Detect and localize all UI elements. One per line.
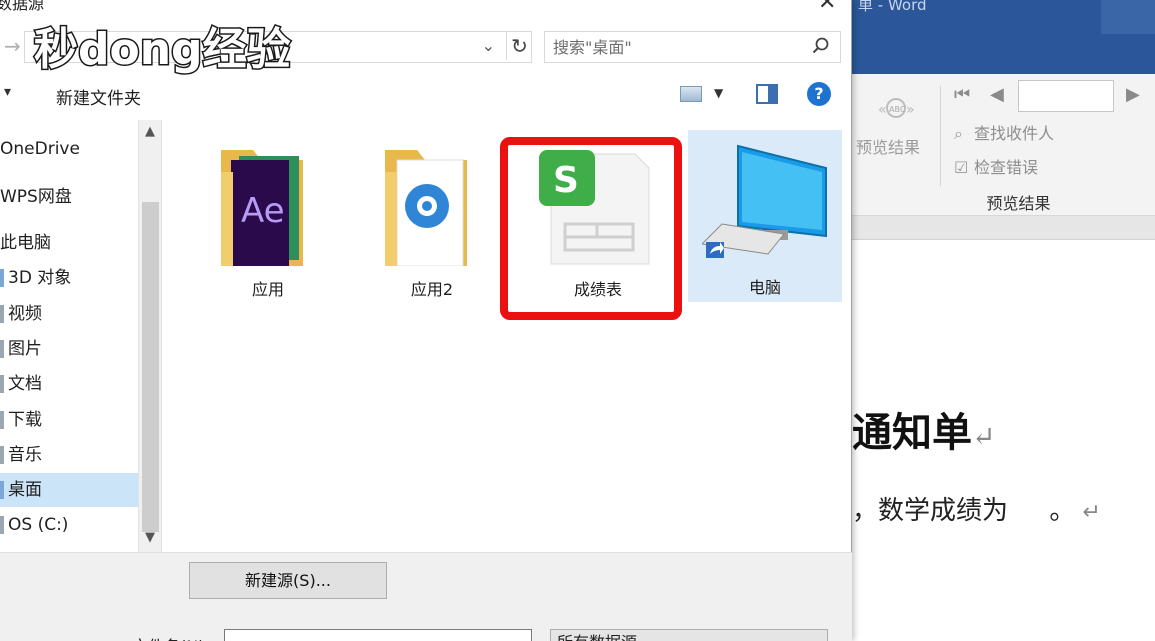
preview-results-icon[interactable]: «ABC» — [874, 94, 918, 122]
document-line: ，数学成绩为 。 ↵ — [852, 490, 1101, 527]
ribbon-group-label: 预览结果 — [986, 194, 1051, 213]
nav-item-pictures[interactable]: 图片 — [0, 332, 138, 366]
nav-item-desktop[interactable]: 桌面 — [0, 473, 138, 507]
nav-item-label: 音乐 — [8, 445, 42, 465]
check-errors-button[interactable]: ☑ 检查错误 — [954, 154, 1038, 178]
computer-shortcut-icon — [702, 144, 827, 258]
pictures-icon — [0, 340, 4, 358]
nav-item-videos[interactable]: 视频 — [0, 297, 138, 331]
organize-dropdown-icon[interactable]: ▾ — [4, 84, 11, 100]
file-item-label: 应用2 — [410, 280, 454, 299]
downloads-icon — [0, 411, 4, 429]
desktop-icon — [0, 481, 4, 499]
nav-scrollbar[interactable]: ▲ ▼ — [138, 120, 162, 552]
documents-icon — [0, 375, 4, 393]
word-window: 单 - Word «ABC» 预览结果 ⏮ ◀ ▶ ⌕ 查找收件人 ☑ 检查错误 预… — [852, 0, 1155, 641]
scroll-up-icon[interactable]: ▲ — [145, 124, 155, 139]
find-recipient-icon: ⌕ — [954, 124, 963, 143]
nav-item-label: WPS网盘 — [0, 187, 72, 207]
search-icon[interactable] — [812, 37, 830, 60]
word-titlebar: 单 - Word — [852, 0, 1155, 74]
folder-ae-icon: Ae — [221, 150, 303, 266]
nav-item-label: OneDrive — [0, 139, 80, 159]
nav-item-label: 3D 对象 — [8, 268, 72, 288]
filename-label: 文件名(N): — [132, 633, 210, 641]
svg-text:ABC: ABC — [889, 105, 906, 114]
check-errors-label: 检查错误 — [974, 158, 1039, 177]
nav-item-label: 桌面 — [8, 480, 42, 500]
new-source-button[interactable]: 新建源(S)... — [189, 562, 387, 599]
mailings-ribbon: «ABC» 预览结果 ⏮ ◀ ▶ ⌕ 查找收件人 ☑ 检查错误 预览结果 — [852, 74, 1155, 216]
refresh-icon[interactable]: ↻ — [506, 32, 532, 60]
nav-item-label: 此电脑 — [0, 233, 51, 253]
file-item-folder-app[interactable]: Ae 应用 — [203, 120, 333, 320]
paragraph-mark-icon: ↵ — [972, 420, 996, 453]
search-input[interactable] — [553, 36, 803, 58]
nav-item-label: 下载 — [8, 410, 42, 430]
videos-icon — [0, 305, 4, 323]
red-highlight-box — [500, 137, 682, 320]
svg-text:秒dong经验: 秒dong经验 — [34, 24, 291, 75]
chevron-down-icon[interactable]: ⌄ — [482, 36, 495, 55]
file-item-folder-app2[interactable]: 应用2 — [367, 120, 497, 320]
file-type-select[interactable]: 所有数据源 — [550, 629, 828, 641]
close-icon[interactable]: ✕ — [818, 0, 836, 15]
svg-text:Ae: Ae — [241, 191, 285, 231]
record-number-input[interactable] — [1018, 80, 1114, 112]
file-item-label: 电脑 — [748, 278, 781, 297]
ribbon-separator — [940, 86, 941, 186]
find-recipient-button[interactable]: ⌕ 查找收件人 — [954, 120, 1054, 144]
nav-item-label: 文档 — [8, 374, 42, 394]
paragraph-mark-icon: ↵ — [1075, 500, 1101, 525]
svg-text:«: « — [878, 102, 887, 118]
next-record-icon[interactable]: ▶ — [1126, 84, 1140, 105]
svg-text:»: » — [906, 102, 915, 118]
preview-results-button[interactable]: 预览结果 — [856, 134, 920, 158]
3d-objects-icon — [0, 269, 4, 287]
drive-icon — [0, 516, 4, 534]
change-view-icon[interactable] — [680, 86, 702, 102]
filename-input[interactable] — [224, 629, 532, 641]
preview-pane-icon[interactable] — [756, 84, 778, 104]
file-item-computer-shortcut[interactable]: 电脑 — [688, 130, 842, 302]
folder-settings-icon — [385, 150, 467, 266]
new-folder-button[interactable]: 新建文件夹 — [56, 84, 141, 109]
word-titlebar-corner — [1101, 0, 1155, 34]
nav-item-onedrive[interactable]: OneDrive — [0, 132, 138, 166]
nav-item-downloads[interactable]: 下载 — [0, 403, 138, 437]
music-icon — [0, 446, 4, 464]
nav-item-music[interactable]: 音乐 — [0, 438, 138, 472]
file-item-label: 应用 — [251, 280, 284, 299]
first-record-icon[interactable]: ⏮ — [954, 84, 970, 105]
miaodong-watermark-logo: 秒dong经验 — [33, 23, 293, 77]
document-heading-text: 通知单 — [852, 409, 972, 456]
nav-item-label: 图片 — [8, 339, 42, 359]
previous-record-icon[interactable]: ◀ — [990, 84, 1004, 105]
word-title: 单 - Word — [858, 0, 927, 14]
nav-item-3d-objects[interactable]: 3D 对象 — [0, 261, 138, 295]
forward-arrow-icon[interactable]: → — [4, 34, 21, 58]
nav-item-wps-drive[interactable]: WPS网盘 — [0, 180, 138, 214]
ruler-strip — [852, 216, 1155, 240]
nav-item-label: OS (C:) — [8, 515, 69, 535]
dialog-title: 数据源 — [0, 0, 45, 13]
document-line-text: ，数学成绩为 。 — [852, 496, 1076, 526]
nav-item-os-c[interactable]: OS (C:) — [0, 508, 138, 542]
navigation-pane: OneDrive WPS网盘 此电脑 3D 对象 视频 图片 文档 下载 音乐 … — [0, 120, 138, 552]
scrollbar-thumb[interactable] — [142, 202, 159, 532]
view-dropdown-icon[interactable]: ▼ — [714, 86, 723, 100]
help-icon[interactable]: ? — [807, 82, 831, 106]
nav-item-documents[interactable]: 文档 — [0, 367, 138, 401]
select-data-source-dialog: 数据源 ✕ → ⌄ ↻ ▾ 新建文件夹 ▼ ? OneDrive WPS网盘 此… — [0, 0, 852, 641]
dialog-footer: 新建源(S)... 文件名(N): 所有数据源 — [0, 552, 852, 641]
document-heading: 通知单↵ — [852, 400, 995, 458]
check-errors-icon: ☑ — [954, 158, 969, 177]
search-box[interactable] — [544, 31, 841, 63]
document-page[interactable]: 通知单↵ ，数学成绩为 。 ↵ — [852, 240, 1155, 641]
nav-item-label: 视频 — [8, 304, 42, 324]
scroll-down-icon[interactable]: ▼ — [145, 530, 155, 545]
find-recipient-label: 查找收件人 — [974, 124, 1055, 143]
nav-item-this-pc[interactable]: 此电脑 — [0, 226, 138, 260]
